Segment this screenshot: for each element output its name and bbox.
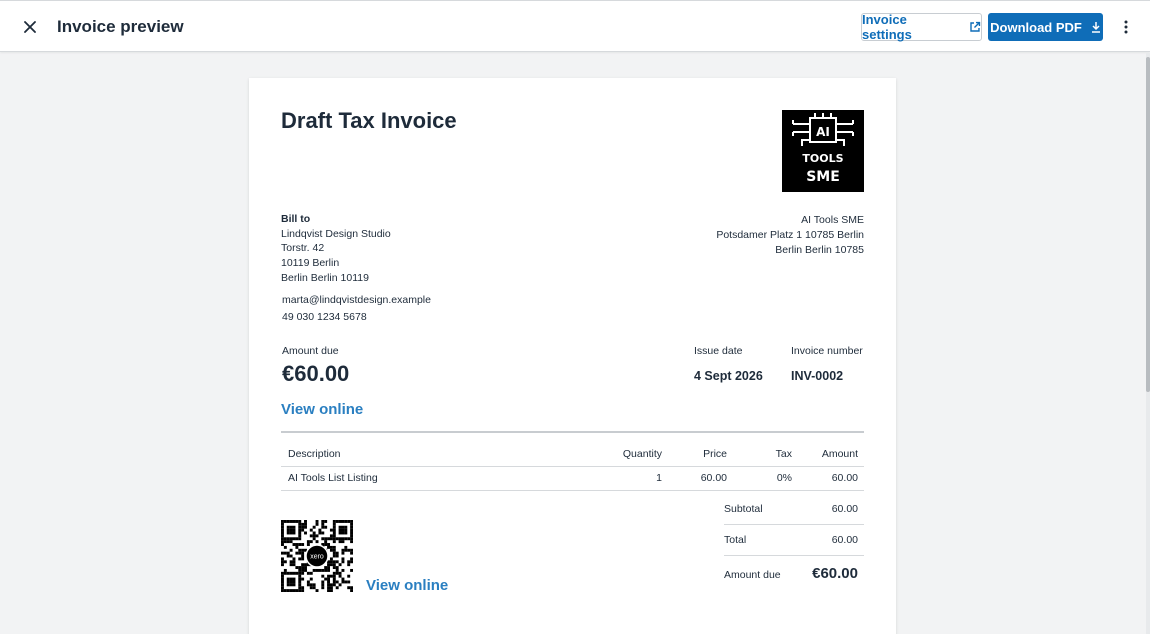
row-tax: 0% [776,472,792,484]
close-icon [24,21,36,33]
more-options-button[interactable] [1114,13,1138,41]
contact-block: marta@lindqvistdesign.example 49 030 123… [282,292,431,325]
amount-due-total-label: Amount due [724,569,781,581]
more-vertical-icon [1124,20,1128,34]
table-top-divider [281,431,864,433]
amount-due-label: Amount due [282,345,339,357]
logo-text-tools: TOOLS [802,152,843,165]
contact-email: marta@lindqvistdesign.example [282,294,431,306]
bill-to-line: 10119 Berlin [281,257,340,270]
invoice-settings-label: Invoice settings [862,12,912,42]
invoice-document: Draft Tax Invoice AI TOOLS SME Bill to L… [249,78,896,634]
total-label: Total [724,534,747,546]
bill-to-line: Berlin Berlin 10119 [281,271,369,284]
logo-text-ai: AI [816,125,830,139]
company-logo: AI TOOLS SME [782,110,864,192]
amount-due-value: €60.00 [282,361,350,386]
download-icon [1091,22,1100,33]
issue-date-value: 4 Sept 2026 [694,369,763,383]
table-bottom-divider [281,490,864,491]
issue-date-label: Issue date [694,345,743,357]
column-header-description: Description [288,448,341,460]
contact-phone: 49 030 1234 5678 [282,310,367,323]
subtotal-label: Subtotal [724,503,763,515]
download-pdf-label: Download PDF [990,19,1082,35]
bill-to-line: Lindqvist Design Studio [281,227,391,240]
download-pdf-button[interactable]: Download PDF [988,13,1103,41]
table-header-divider [281,466,864,467]
total-value: 60.00 [831,534,858,546]
top-bar: Invoice preview Invoice settings Downloa… [0,0,1150,52]
logo-text-sme: SME [806,169,840,185]
column-header-price: Price [703,448,727,460]
subtotal-divider [724,524,864,525]
bill-to-label: Bill to [281,213,311,225]
row-price: 60.00 [700,472,727,484]
row-quantity: 1 [656,472,662,484]
subtotal-value: 60.00 [831,503,858,515]
external-link-icon [970,21,981,32]
from-line: Berlin Berlin 10785 [775,244,864,257]
bill-to-block: Bill to Lindqvist Design Studio Torstr. … [281,212,391,286]
column-header-amount: Amount [821,448,858,460]
view-online-link-footer[interactable]: View online [366,577,448,594]
bill-to-line: Torstr. 42 [281,242,325,255]
column-header-tax: Tax [775,448,792,460]
from-line: Potsdamer Platz 1 10785 Berlin [716,229,864,242]
page-title: Invoice preview [57,17,184,36]
qr-center-logo: xero [310,554,324,561]
qr-code[interactable]: xero [281,520,353,592]
total-divider [724,555,864,556]
amount-due-total-value: €60.00 [812,565,858,582]
invoice-title: Draft Tax Invoice [281,108,457,133]
from-line: AI Tools SME [801,214,864,226]
from-block: AI Tools SME Potsdamer Platz 1 10785 Ber… [716,213,864,259]
scrollbar-thumb[interactable] [1146,57,1150,392]
view-online-link[interactable]: View online [281,401,363,418]
scrollbar[interactable] [1146,53,1150,634]
column-header-quantity: Quantity [622,448,662,460]
row-amount: 60.00 [831,472,858,484]
invoice-number-value: INV-0002 [791,369,844,383]
invoice-settings-button[interactable]: Invoice settings [861,12,982,42]
row-description: AI Tools List Listing [288,472,378,484]
invoice-number-label: Invoice number [791,345,863,357]
close-button[interactable] [16,13,44,41]
